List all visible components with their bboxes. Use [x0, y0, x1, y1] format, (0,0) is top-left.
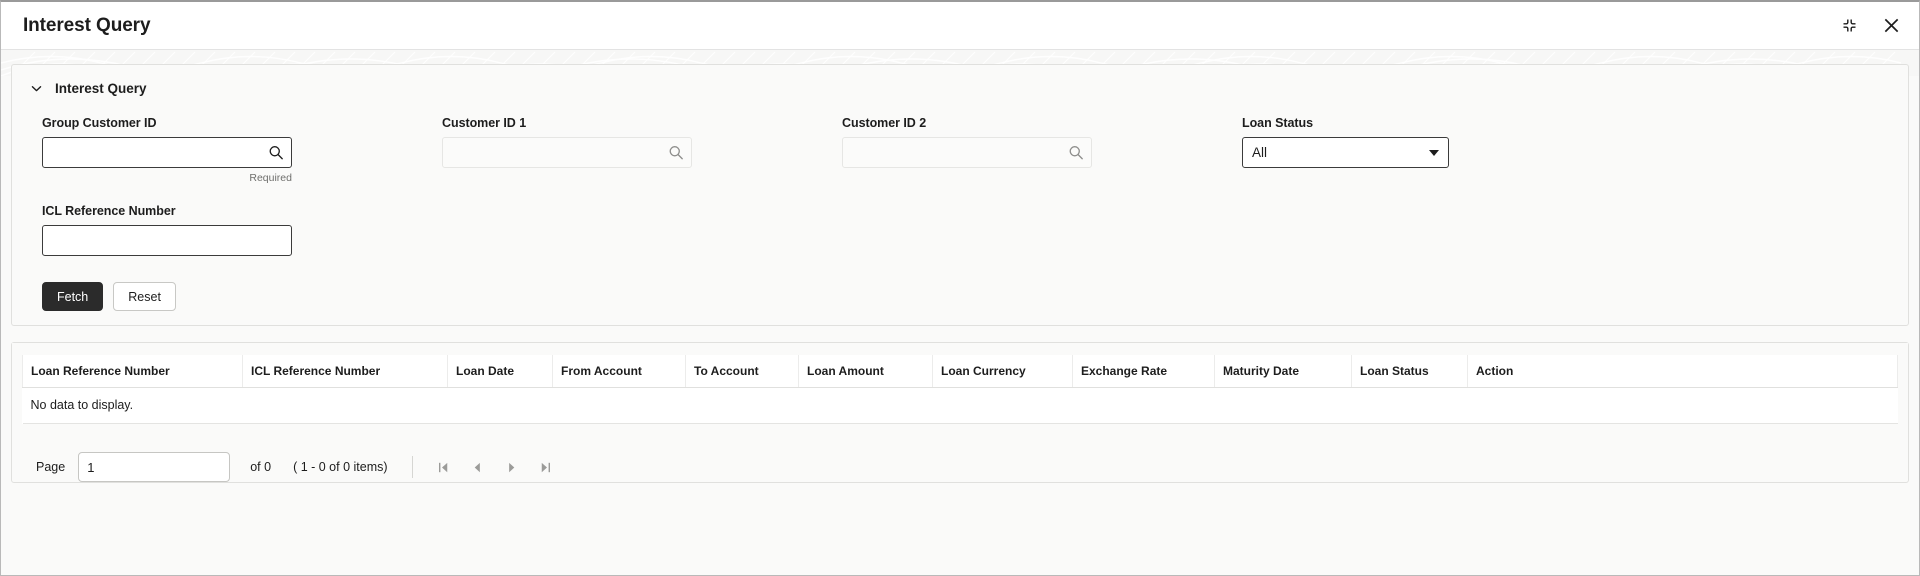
field-loan-status: Loan Status All — [1242, 116, 1492, 184]
column-header-to-account[interactable]: To Account — [685, 355, 799, 388]
query-actions: Fetch Reset — [12, 256, 1908, 311]
column-header-action[interactable]: Action — [1467, 355, 1898, 388]
page-total-text: of 0 — [250, 460, 272, 474]
page-label: Page — [36, 460, 66, 474]
items-range-text: ( 1 - 0 of 0 items) — [293, 460, 388, 474]
results-table-wrap: Loan Reference Number ICL Reference Numb… — [12, 343, 1908, 424]
column-header-from-account[interactable]: From Account — [552, 355, 686, 388]
group-customer-id-label: Group Customer ID — [42, 116, 157, 130]
table-header-row: Loan Reference Number ICL Reference Numb… — [22, 355, 1898, 388]
last-page-icon — [541, 462, 551, 472]
results-table-body: No data to display. — [22, 387, 1898, 424]
customer-id-2-label: Customer ID 2 — [842, 116, 927, 130]
loan-status-select[interactable]: All — [1242, 137, 1449, 168]
column-header-exchange-rate[interactable]: Exchange Rate — [1072, 355, 1215, 388]
customer-id-1-label: Customer ID 1 — [442, 116, 527, 130]
window-titlebar: Interest Query — [1, 2, 1919, 50]
customer-id-1-input[interactable] — [442, 137, 692, 168]
last-page-button[interactable] — [533, 454, 559, 480]
page-title: Interest Query — [23, 14, 151, 36]
column-header-loan-reference-number[interactable]: Loan Reference Number — [22, 355, 243, 388]
search-icon[interactable] — [667, 144, 684, 161]
no-data-message: No data to display. — [22, 387, 1898, 424]
column-header-maturity-date[interactable]: Maturity Date — [1214, 355, 1352, 388]
loan-status-value: All — [1252, 145, 1268, 160]
previous-page-icon — [474, 462, 480, 472]
results-table: Loan Reference Number ICL Reference Numb… — [22, 355, 1898, 424]
interest-query-panel: Interest Query Group Customer ID Require… — [11, 64, 1909, 326]
group-customer-id-hint: Required — [249, 172, 292, 184]
page-number-input[interactable] — [78, 452, 231, 482]
loan-status-select-wrap: All — [1242, 137, 1449, 168]
results-panel: Loan Reference Number ICL Reference Numb… — [11, 342, 1909, 483]
table-empty-row: No data to display. — [22, 387, 1898, 424]
column-header-loan-date[interactable]: Loan Date — [447, 355, 553, 388]
restore-down-button[interactable] — [1835, 12, 1863, 40]
field-customer-id-1: Customer ID 1 — [442, 116, 692, 184]
icl-reference-number-input-wrap — [42, 225, 292, 256]
customer-id-1-input-wrap — [442, 137, 692, 168]
field-customer-id-2: Customer ID 2 — [842, 116, 1092, 184]
page-body: Interest Query Group Customer ID Require… — [1, 50, 1919, 575]
reset-button[interactable]: Reset — [113, 282, 176, 311]
group-customer-id-input-wrap — [42, 137, 292, 168]
icl-reference-number-input[interactable] — [42, 225, 292, 256]
section-header-interest-query[interactable]: Interest Query — [12, 65, 1908, 102]
query-form-row-2: ICL Reference Number — [12, 184, 1908, 256]
column-header-loan-status[interactable]: Loan Status — [1351, 355, 1468, 388]
search-icon[interactable] — [267, 144, 284, 161]
chevron-down-icon — [29, 82, 43, 96]
customer-id-2-input-wrap — [842, 137, 1092, 168]
fetch-button[interactable]: Fetch — [42, 282, 104, 311]
close-icon — [1884, 18, 1898, 33]
search-icon[interactable] — [1067, 144, 1084, 161]
customer-id-2-input[interactable] — [842, 137, 1092, 168]
icl-reference-number-label: ICL Reference Number — [42, 204, 176, 218]
restore-down-icon — [1843, 19, 1855, 32]
next-page-button[interactable] — [499, 454, 525, 480]
loan-status-label: Loan Status — [1242, 116, 1313, 130]
first-page-button[interactable] — [431, 454, 457, 480]
first-page-icon — [439, 462, 448, 472]
window-controls — [1835, 12, 1905, 40]
query-form-row-1: Group Customer ID Required Customer ID 1… — [12, 102, 1908, 184]
previous-page-button[interactable] — [465, 454, 491, 480]
column-header-loan-currency[interactable]: Loan Currency — [932, 355, 1073, 388]
interest-query-window: Interest Query Interest Query Group Cust… — [0, 0, 1920, 576]
group-customer-id-input[interactable] — [42, 137, 292, 168]
column-header-icl-reference-number[interactable]: ICL Reference Number — [242, 355, 448, 388]
column-header-loan-amount[interactable]: Loan Amount — [798, 355, 933, 388]
next-page-icon — [509, 462, 515, 472]
pagination-divider — [411, 456, 413, 478]
close-button[interactable] — [1877, 12, 1905, 40]
field-group-customer-id: Group Customer ID Required — [42, 116, 292, 184]
pagination-bar: Page of 0 ( 1 - 0 of 0 items) — [12, 424, 1908, 482]
section-title: Interest Query — [55, 81, 147, 96]
field-icl-reference-number: ICL Reference Number — [42, 204, 292, 256]
results-table-head: Loan Reference Number ICL Reference Numb… — [22, 355, 1898, 388]
